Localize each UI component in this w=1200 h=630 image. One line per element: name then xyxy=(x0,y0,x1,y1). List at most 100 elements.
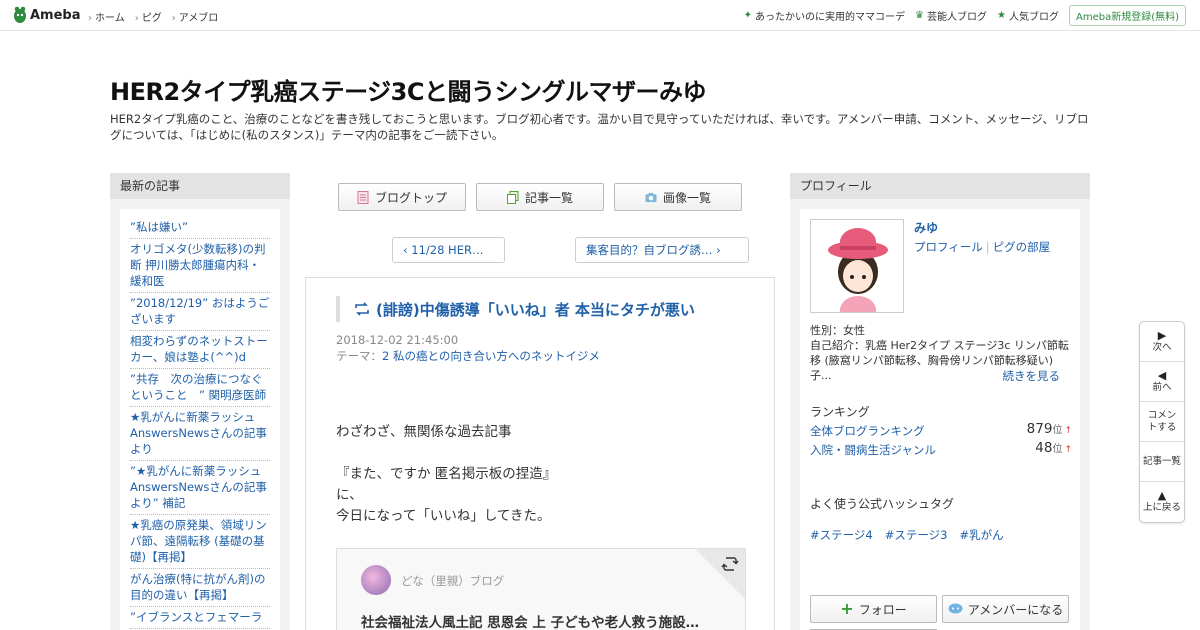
article-title-block: (誹謗)中傷誘導「いいね」者 本当にタチが悪い xyxy=(336,296,746,322)
article-paragraph xyxy=(336,443,556,464)
ranking-number: 48 xyxy=(1035,440,1053,456)
chat-bubble-icon xyxy=(948,603,963,614)
hashtag-heading: よく使う公式ハッシュタグ xyxy=(810,497,955,511)
blog-top-button[interactable]: ブログトップ xyxy=(338,183,466,211)
profile-links: プロフィール | ピグの部屋 xyxy=(914,239,1050,255)
comment-button[interactable]: コメントする xyxy=(1140,402,1184,442)
recent-article-link[interactable]: ”★乳がんに新薬ラッシュ AnswersNewsさんの記事より” 補記 xyxy=(130,461,270,515)
ranking-heading: ランキング xyxy=(810,405,870,419)
recent-article-link[interactable]: 相変わらずのネットストーカー、娘は塾よ(^^)d xyxy=(130,331,270,369)
article-body: わざわざ、無関係な過去記事 『また、ですか 匿名掲示板の捏造』 に、 今日になっ… xyxy=(336,422,556,527)
recent-article-link[interactable]: ”イブランスとフェマーラ xyxy=(130,607,270,629)
recent-article-link[interactable]: ”私は嫌い” xyxy=(130,217,270,239)
ranking-unit: 位 xyxy=(1052,444,1063,455)
prev-article-button[interactable]: ◀ 前へ xyxy=(1140,362,1184,402)
article-title[interactable]: (誹謗)中傷誘導「いいね」者 本当にタチが悪い xyxy=(376,299,695,320)
blog-nav-buttons: ブログトップ 記事一覧 画像一覧 xyxy=(338,183,742,211)
ranking-name-link[interactable]: 全体ブログランキング xyxy=(810,424,925,438)
popular-blog-link[interactable]: ★ 人気ブログ xyxy=(997,8,1059,23)
article: (誹謗)中傷誘導「いいね」者 本当にタチが悪い 2018-12-02 21:45… xyxy=(305,277,775,630)
ranking-name-link[interactable]: 入院・闘病生活ジャンル xyxy=(810,443,936,457)
plus-icon: + xyxy=(840,599,854,618)
next-article-label: 集客目的？自ブログ誘… xyxy=(586,243,713,257)
triangle-up-icon: ▲ xyxy=(1157,489,1167,502)
recent-articles-list: ”私は嫌い” オリゴメタ(少数転移)の判断 押川勝太郎腫瘍内科・緩和医 ”201… xyxy=(120,209,280,630)
ameba-mascot-icon xyxy=(14,6,26,23)
profile-avatar[interactable] xyxy=(810,219,904,313)
recent-article-link[interactable]: オリゴメタ(少数転移)の判断 押川勝太郎腫瘍内科・緩和医 xyxy=(130,239,270,293)
recent-article-link[interactable]: がん治療(特に抗がん剤)の目的の違い【再掲】 xyxy=(130,569,270,607)
recent-article-link[interactable]: ”2018/12/19” おはようございます xyxy=(130,293,270,331)
recent-article-link[interactable]: ★乳癌の原発巣、領域リンパ節、遠隔転移 (基礎の基礎)【再掲】 xyxy=(130,515,270,569)
green-sparkle-icon: ✦ xyxy=(743,10,753,21)
recent-article-link[interactable]: ★乳がんに新薬ラッシュ AnswersNewsさんの記事より xyxy=(130,407,270,461)
next-article-link[interactable]: 集客目的？自ブログ誘… › xyxy=(575,237,749,263)
next-label: 次へ xyxy=(1152,341,1172,353)
divider: | xyxy=(985,240,990,254)
hashtag-link[interactable]: #ステージ3 xyxy=(885,527,948,543)
ameba-logo[interactable]: Ameba xyxy=(13,6,81,24)
recent-articles-heading: 最新の記事 xyxy=(110,173,290,199)
documents-icon xyxy=(506,190,519,204)
top-nav-ameblo[interactable]: アメブロ xyxy=(172,9,219,24)
article-list-label: 記事一覧 xyxy=(524,190,573,205)
card-source: どな（里親）ブログ xyxy=(401,574,505,588)
crown-icon: ♛ xyxy=(915,10,925,21)
article-theme: テーマ：2 私の癌との向き合い方へのネットイジメ xyxy=(336,348,600,364)
article-date: 2018-12-02 21:45:00 xyxy=(336,333,459,347)
follow-label: フォロー xyxy=(858,602,907,617)
celebrity-blog-link[interactable]: ♛ 芸能人ブログ xyxy=(915,8,987,23)
profile-body: みゆ プロフィール | ピグの部屋 性別：女性 自己紹介：乳癌 Her2タイプ ステ… xyxy=(800,209,1080,630)
chevron-right-icon: › xyxy=(712,243,721,257)
profile-link[interactable]: プロフィール xyxy=(914,240,983,254)
read-more-link[interactable]: 続きを見る xyxy=(1003,368,1061,384)
promo-link[interactable]: ✦ あったかいのに実用的ママコーデ xyxy=(744,8,905,23)
recent-articles-panel: 最新の記事 ”私は嫌い” オリゴメタ(少数転移)の判断 押川勝太郎腫瘍内科・緩和… xyxy=(110,173,290,630)
ranking-value: 879位 ↑ xyxy=(1027,421,1072,437)
article-paragraph: わざわざ、無関係な過去記事 xyxy=(336,424,512,440)
profile-panel: プロフィール みゆ プロフィール | ピグの部屋 性別：女性 自己紹介：乳癌 Her… xyxy=(790,173,1090,630)
article-theme-prefix: テーマ： xyxy=(336,349,382,363)
top-nav-home[interactable]: ホーム xyxy=(88,9,125,24)
play-right-icon: ▶ xyxy=(1157,328,1167,342)
top-right-links: ✦ あったかいのに実用的ママコーデ ♛ 芸能人ブログ ★ 人気ブログ Ameba… xyxy=(744,5,1186,26)
blog-description: HER2タイプ乳癌のこと、治療のことなどを書き残しておこうと思います。ブログ初心… xyxy=(110,112,1089,142)
ranking-row: 全体ブログランキング 879位 ↑ xyxy=(810,421,1072,439)
reblog-icon xyxy=(355,302,369,316)
camera-icon xyxy=(645,192,657,202)
prev-article-label: 11/28 HER… xyxy=(411,243,484,257)
prev-label: 前へ xyxy=(1152,381,1172,393)
celebrity-blog-label: 芸能人ブログ xyxy=(927,12,988,23)
ranking-value: 48位 ↑ xyxy=(1035,440,1072,456)
hashtag-link[interactable]: #乳がん xyxy=(959,527,1003,543)
back-to-top-button[interactable]: ▲ 上に戻る xyxy=(1140,482,1184,522)
article-list-button[interactable]: 記事一覧 xyxy=(476,183,604,211)
card-title[interactable]: 社会福祉法人風土記 思恩会 上 子どもや老人救う施設… xyxy=(361,611,699,630)
article-theme-link[interactable]: 2 私の癌との向き合い方へのネットイジメ xyxy=(382,349,600,363)
profile-name[interactable]: みゆ xyxy=(914,219,938,236)
reblog-card[interactable]: どな（里親）ブログ 社会福祉法人風土記 思恩会 上 子どもや老人救う施設… xyxy=(336,548,746,630)
register-button[interactable]: Ameba新規登録(無料) xyxy=(1068,5,1186,26)
image-list-button[interactable]: 画像一覧 xyxy=(614,183,742,211)
article-paragraph: 今日になって「いいね」してきた。 xyxy=(336,508,551,524)
ranking-unit: 位 xyxy=(1052,425,1063,436)
blog-title[interactable]: HER2タイプ乳癌ステージ3Cと闘うシングルマザーみゆ xyxy=(110,72,707,107)
article-list-side-button[interactable]: 記事一覧 xyxy=(1140,442,1184,482)
next-article-button[interactable]: ▶ 次へ xyxy=(1140,322,1184,362)
pigg-room-link[interactable]: ピグの部屋 xyxy=(993,240,1051,254)
trend-up-icon: ↑ xyxy=(1064,445,1072,455)
hashtag-link[interactable]: #ステージ4 xyxy=(810,527,873,543)
follow-button[interactable]: + フォロー xyxy=(810,595,937,623)
prev-article-link[interactable]: ‹ 11/28 HER… xyxy=(392,237,505,263)
amember-button[interactable]: アメンバーになる xyxy=(942,595,1069,623)
star-icon: ★ xyxy=(997,10,1006,21)
ranking-row: 入院・闘病生活ジャンル 48位 ↑ xyxy=(810,440,1072,458)
top-nav-pigg[interactable]: ピグ xyxy=(135,9,162,24)
article-list-side-label: 記事一覧 xyxy=(1142,455,1181,467)
avatar-character-icon xyxy=(811,220,903,312)
trend-up-icon: ↑ xyxy=(1064,426,1072,436)
popular-blog-label: 人気ブログ xyxy=(1008,12,1059,23)
profile-gender: 性別：女性 xyxy=(810,324,865,337)
back-to-top-label: 上に戻る xyxy=(1142,502,1181,513)
recent-article-link[interactable]: ”共存 次の治療につなぐということ ” 関明彦医師 xyxy=(130,369,270,407)
